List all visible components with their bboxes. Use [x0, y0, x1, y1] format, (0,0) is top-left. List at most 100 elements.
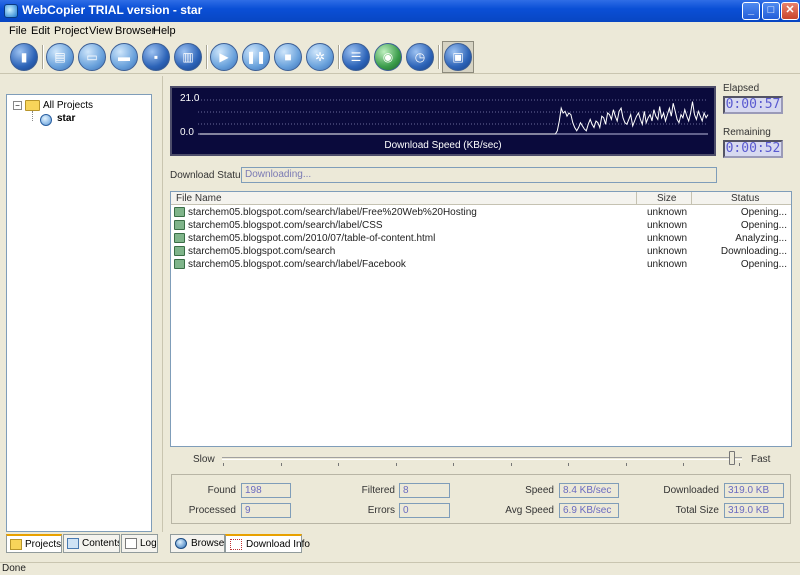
menu-edit[interactable]: Edit [31, 25, 50, 37]
tab-log-label: Log [140, 538, 157, 549]
remaining-label: Remaining [723, 127, 771, 138]
elapsed-timer: 0:00:57 [723, 96, 783, 114]
print-button[interactable]: ▥ [174, 43, 202, 71]
speed-slider-track[interactable] [222, 457, 742, 460]
offline-browser-button[interactable]: ▣ [444, 43, 472, 71]
file-row[interactable]: starchem05.blogspot.com/search unknown D… [171, 245, 791, 258]
file-status: Opening... [740, 207, 787, 218]
graph-y-min: 0.0 [180, 127, 194, 138]
found-label: Found [207, 485, 236, 496]
export-icon: ◉ [382, 50, 394, 64]
menu-browser[interactable]: Browser [115, 25, 155, 37]
tree-connector [32, 111, 33, 121]
errors-label: Errors [367, 505, 395, 516]
start-button[interactable]: ▶ [210, 43, 238, 71]
file-row[interactable]: starchem05.blogspot.com/search/label/CSS… [171, 219, 791, 232]
file-row[interactable]: starchem05.blogspot.com/2010/07/table-of… [171, 232, 791, 245]
right-tab-bar: Browser Download Info [170, 534, 410, 554]
tab-download-info[interactable]: Download Info [225, 534, 310, 553]
new-project-button[interactable]: ▮ [10, 43, 38, 71]
menu-help[interactable]: Help [153, 25, 176, 37]
pause-button[interactable]: ❚❚ [242, 43, 270, 71]
globe-icon [175, 538, 187, 549]
new-project-icon: ▮ [20, 50, 28, 64]
errors-value: 0 [399, 503, 450, 518]
pause-icon: ❚❚ [245, 50, 267, 64]
avg-speed-label: Avg Speed [505, 505, 554, 516]
web-page-icon [174, 246, 185, 256]
column-status[interactable]: Status [731, 193, 759, 204]
speed-value: 8.4 KB/sec [559, 483, 619, 498]
filtered-value: 8 [399, 483, 450, 498]
stop-button[interactable]: ■ [274, 43, 302, 71]
download-speed-graph: 21.0 0.0 Download Speed (KB/sec) [170, 86, 716, 156]
column-separator[interactable] [691, 192, 692, 205]
processed-label: Processed [188, 505, 236, 516]
file-status: Opening... [740, 259, 787, 270]
app-icon[interactable] [4, 4, 18, 18]
menu-project[interactable]: Project [54, 25, 88, 37]
web-page-icon [174, 259, 185, 269]
slider-fast-label: Fast [751, 454, 771, 465]
download-info-icon [230, 539, 242, 550]
save-button[interactable]: ▪ [142, 43, 170, 71]
file-name: starchem05.blogspot.com/2010/07/table-of… [188, 233, 436, 244]
tab-contents[interactable]: Contents [63, 534, 120, 553]
file-size: unknown [647, 220, 688, 231]
toolbar: ▮ ▤ ▭ ▬ ▪ ▥ ▶ ❚❚ ■ ✲ ☰ ◉ ◷ ▣ [0, 40, 800, 74]
printer-icon: ▥ [182, 50, 194, 64]
column-size[interactable]: Size [657, 193, 676, 204]
close-button[interactable]: ✕ [781, 2, 799, 20]
slider-tick [739, 463, 740, 466]
slider-tick [223, 463, 224, 466]
tab-projects[interactable]: Projects [6, 534, 62, 553]
download-status-field: Downloading... [241, 167, 717, 183]
file-row[interactable]: starchem05.blogspot.com/search/label/Fac… [171, 258, 791, 271]
speed-slider-thumb[interactable] [728, 451, 735, 465]
collapse-toggle[interactable]: − [13, 101, 22, 110]
title-bar[interactable]: WebCopier TRIAL version - star _ □ ✕ [0, 0, 800, 22]
tab-log[interactable]: Log [121, 534, 158, 553]
speed-label: Speed [525, 485, 554, 496]
file-status: Downloading... [720, 246, 787, 257]
slider-tick [338, 463, 339, 466]
minimize-button[interactable]: _ [742, 2, 760, 20]
graph-caption: Download Speed (KB/sec) [384, 140, 502, 151]
file-name: starchem05.blogspot.com/search/label/CSS [188, 220, 383, 231]
slider-tick [626, 463, 627, 466]
maximize-button[interactable]: □ [762, 2, 780, 20]
filter-button[interactable]: ✲ [306, 43, 334, 71]
tree-item-star[interactable]: star [57, 113, 75, 124]
projects-tree[interactable]: − All Projects star [6, 94, 152, 532]
file-row[interactable]: starchem05.blogspot.com/search/label/Fre… [171, 206, 791, 219]
file-status: Opening... [740, 220, 787, 231]
total-size-value: 319.0 KB [724, 503, 784, 518]
tab-download-info-label: Download Info [246, 539, 310, 550]
menu-view[interactable]: View [89, 25, 113, 37]
status-bar: Done [0, 562, 800, 575]
column-separator[interactable] [636, 192, 637, 205]
log-button[interactable]: ☰ [342, 43, 370, 71]
filtered-label: Filtered [361, 485, 395, 496]
project-globe-icon [40, 114, 52, 126]
tab-browser[interactable]: Browser [170, 534, 228, 553]
menu-file[interactable]: File [9, 25, 27, 37]
tree-root-all-projects[interactable]: All Projects [43, 100, 93, 111]
slider-tick [396, 463, 397, 466]
schedule-button[interactable]: ◷ [406, 43, 434, 71]
avg-speed-value: 6.9 KB/sec [559, 503, 619, 518]
slider-tick [511, 463, 512, 466]
processed-value: 9 [241, 503, 291, 518]
column-file-name[interactable]: File Name [176, 193, 222, 204]
menu-bar: File Edit Project View Browser Help [0, 22, 800, 40]
file-list[interactable]: File Name Size Status starchem05.blogspo… [170, 191, 792, 447]
folder-button[interactable]: ▬ [110, 43, 138, 71]
export-button[interactable]: ◉ [374, 43, 402, 71]
toolbar-separator [206, 45, 208, 69]
stop-icon: ■ [284, 50, 292, 64]
file-size: unknown [647, 207, 688, 218]
properties-button[interactable]: ▤ [46, 43, 74, 71]
open-button[interactable]: ▭ [78, 43, 106, 71]
toolbar-separator [338, 45, 340, 69]
left-tab-bar: Projects Contents Log [6, 534, 158, 554]
